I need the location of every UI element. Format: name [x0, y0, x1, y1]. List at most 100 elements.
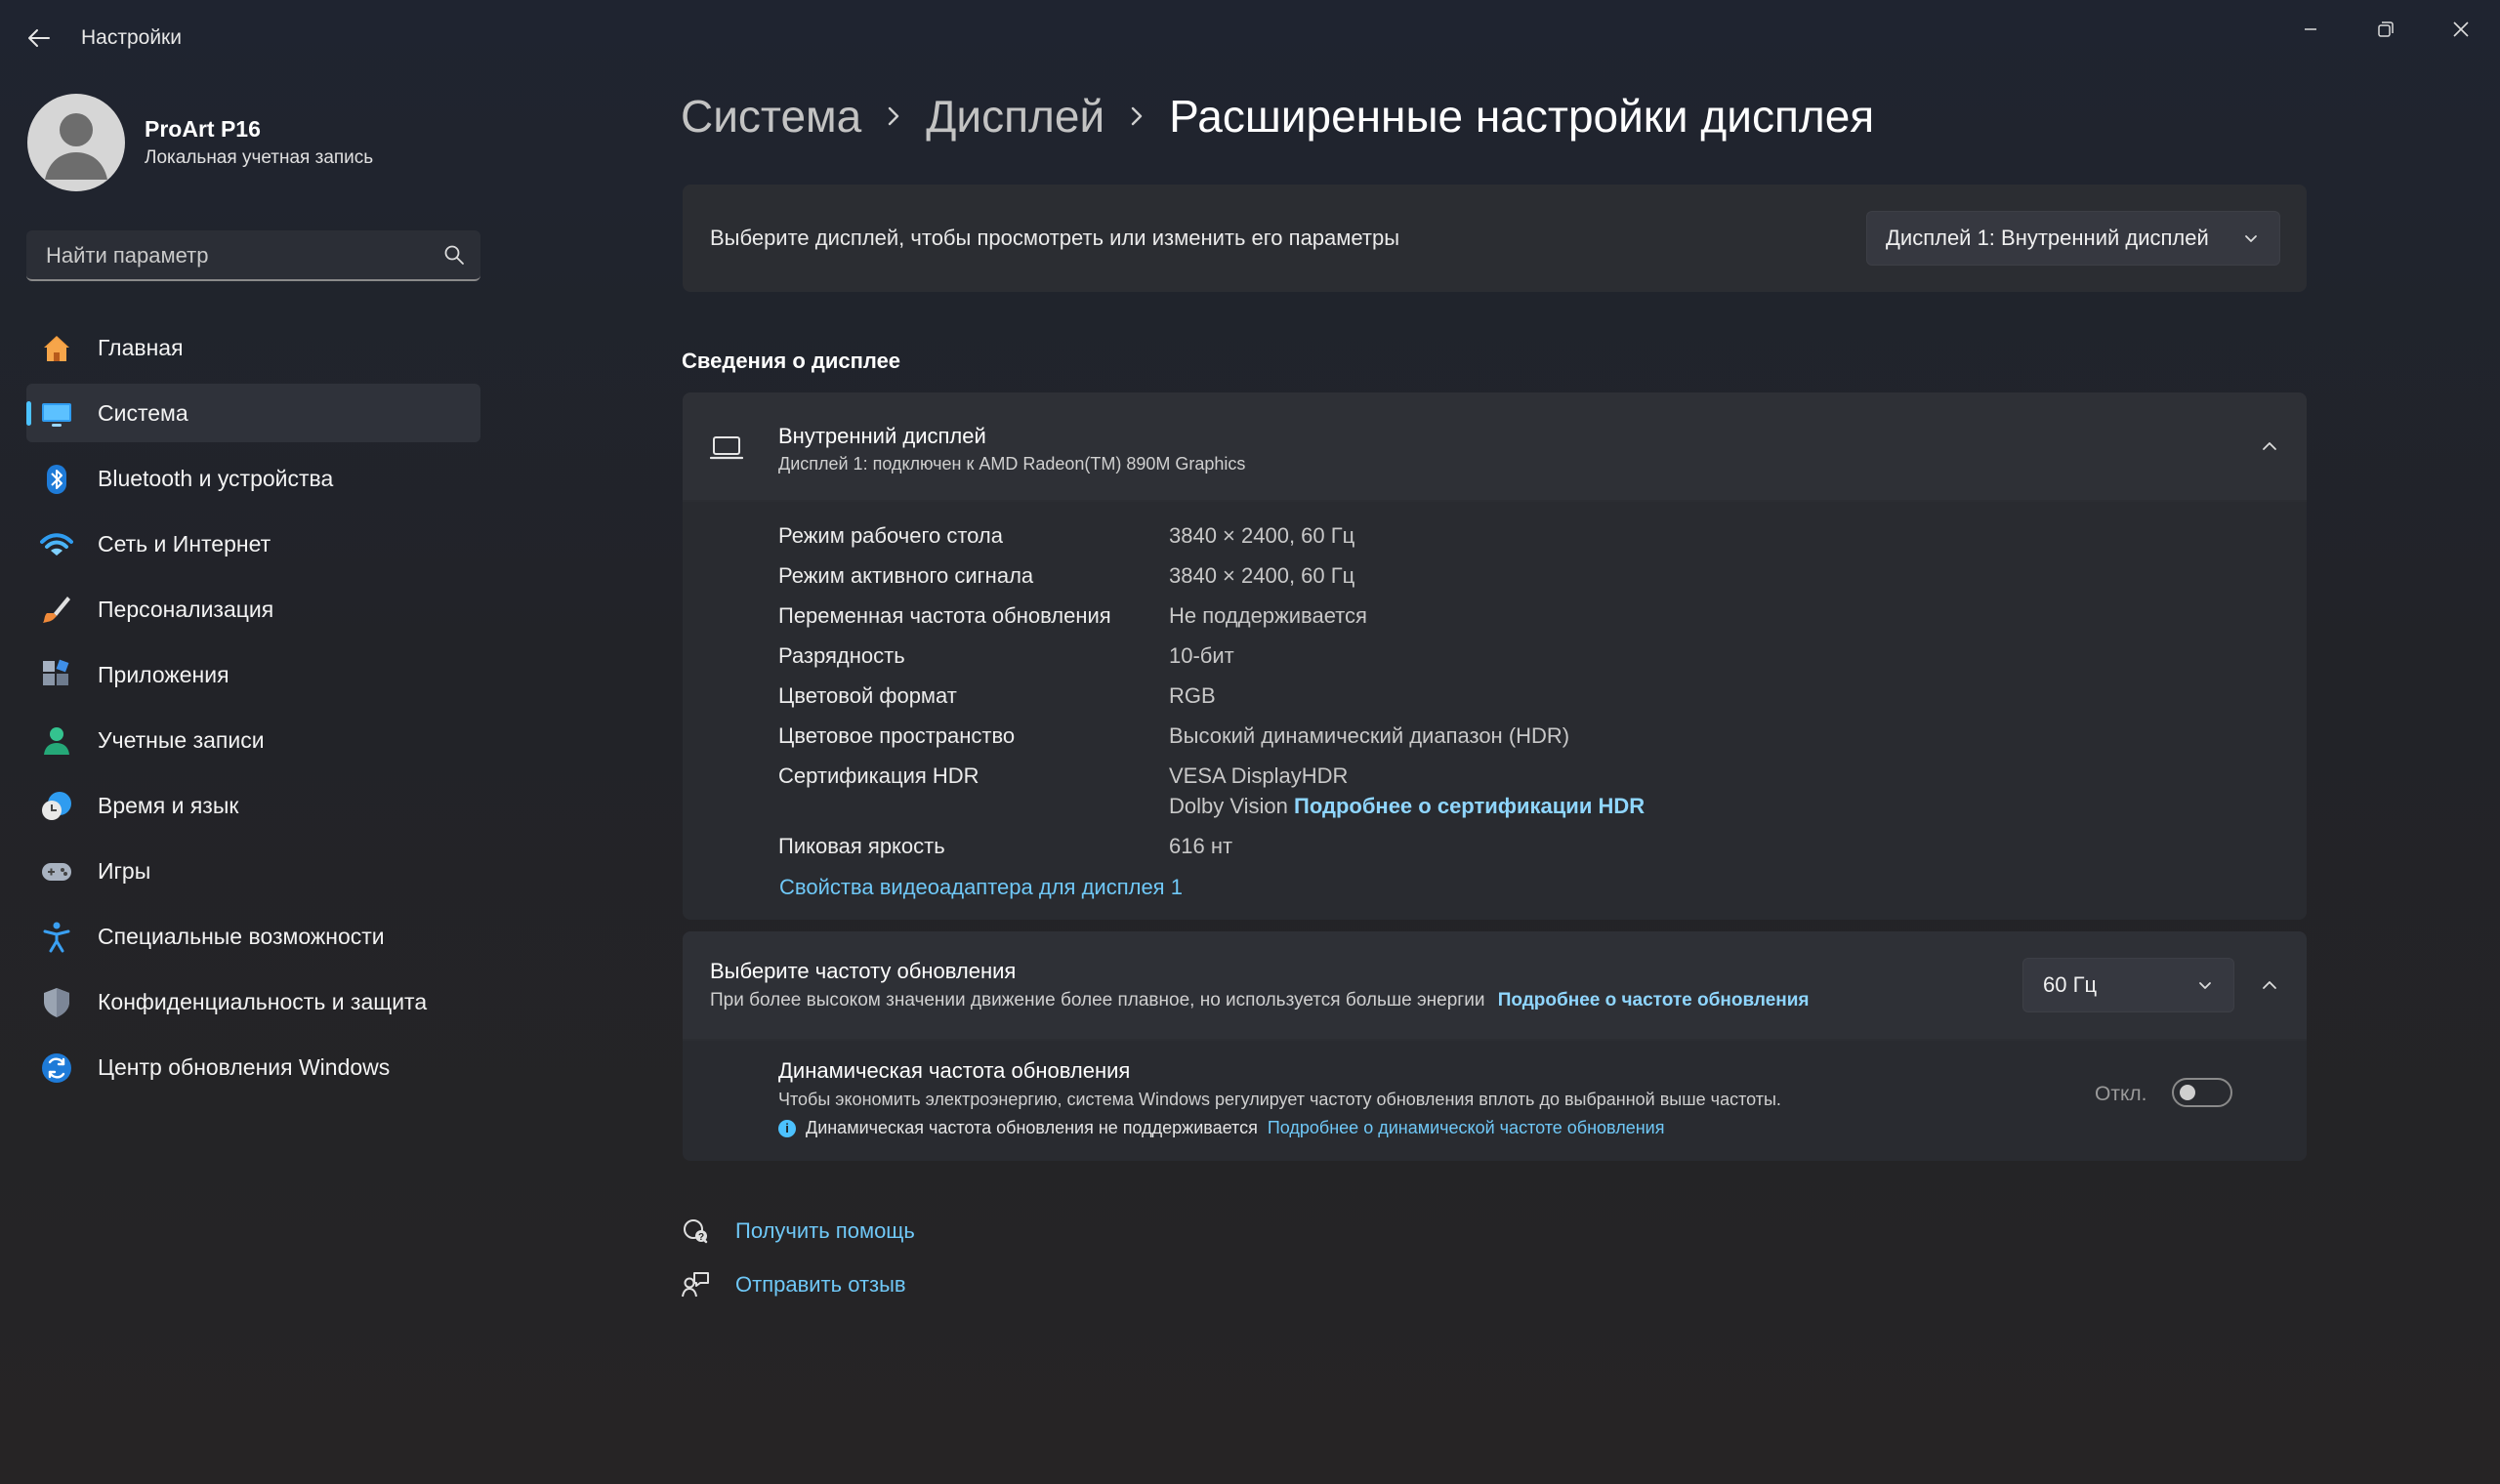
- brush-icon: [40, 594, 73, 627]
- restore-icon: [2378, 21, 2394, 37]
- search-icon[interactable]: [443, 244, 465, 266]
- display-info-header[interactable]: Внутренний дисплей Дисплей 1: подключен …: [683, 392, 2307, 500]
- get-help-label: Получить помощь: [735, 1218, 915, 1243]
- sidebar-item-label: Персонализация: [98, 596, 274, 622]
- hdr-value-2: Dolby Vision Подробнее о сертификации HD…: [1169, 794, 1645, 819]
- restore-button[interactable]: [2356, 10, 2415, 49]
- svg-text:?: ?: [698, 1232, 704, 1243]
- sidebar-item-home[interactable]: Главная: [26, 318, 480, 377]
- sidebar-item-label: Bluetooth и устройства: [98, 465, 334, 491]
- sidebar-item-label: Учетные записи: [98, 726, 265, 753]
- search-input[interactable]: [44, 230, 438, 281]
- sidebar-item-apps[interactable]: Приложения: [26, 645, 480, 704]
- display-name: Внутренний дисплей: [778, 424, 986, 448]
- chevron-right-icon: [887, 105, 900, 127]
- dynamic-refresh-title: Динамическая частота обновления: [778, 1058, 1131, 1083]
- sidebar-item-windows-update[interactable]: Центр обновления Windows: [26, 1038, 480, 1096]
- dynamic-refresh-note-text: Динамическая частота обновления не подде…: [806, 1118, 1258, 1137]
- refresh-rate-description: При более высоком значении движение боле…: [710, 990, 1810, 1011]
- info-row-label: Цветовое пространство: [778, 723, 1016, 748]
- shield-icon: [40, 986, 73, 1019]
- info-row-label: Разрядность: [778, 643, 905, 668]
- back-button[interactable]: [21, 23, 57, 53]
- apps-icon: [40, 659, 73, 692]
- breadcrumb-system[interactable]: Система: [681, 90, 861, 143]
- display-dropdown-value: Дисплей 1: Внутренний дисплей: [1886, 226, 2209, 250]
- refresh-rate-dropdown[interactable]: 60 Гц: [2022, 958, 2234, 1012]
- close-button[interactable]: [2432, 10, 2490, 49]
- hdr-dolby-vision: Dolby Vision: [1169, 794, 1288, 818]
- toggle-state-label: Откл.: [2095, 1083, 2147, 1105]
- sidebar-item-accounts[interactable]: Учетные записи: [26, 711, 480, 769]
- title-bar: Настройки: [0, 0, 2500, 78]
- sidebar-item-label: Главная: [98, 334, 184, 360]
- dynamic-refresh-description: Чтобы экономить электроэнергию, система …: [778, 1090, 1781, 1109]
- dynamic-refresh-learn-more-link[interactable]: Подробнее о динамической частоте обновле…: [1268, 1118, 1665, 1138]
- profile-name: ProArt P16: [145, 116, 261, 142]
- toggle-knob: [2180, 1085, 2195, 1100]
- sidebar-item-gaming[interactable]: Игры: [26, 842, 480, 900]
- sidebar-item-network[interactable]: Сеть и Интернет: [26, 515, 480, 573]
- breadcrumb-display[interactable]: Дисплей: [926, 90, 1104, 143]
- display-info-card: Внутренний дисплей Дисплей 1: подключен …: [683, 392, 2307, 920]
- sidebar-item-personalization[interactable]: Персонализация: [26, 580, 480, 639]
- get-help-link[interactable]: ? Получить помощь: [681, 1216, 915, 1246]
- sidebar-item-accessibility[interactable]: Специальные возможности: [26, 907, 480, 966]
- refresh-rate-header[interactable]: Выберите частоту обновления При более вы…: [683, 931, 2307, 1039]
- minimize-icon: [2305, 28, 2316, 30]
- system-icon: [40, 397, 73, 431]
- info-row-value: RGB: [1169, 683, 1216, 708]
- network-icon: [40, 528, 73, 561]
- chevron-down-icon: [2245, 235, 2257, 242]
- display-select-prompt: Выберите дисплей, чтобы просмотреть или …: [710, 226, 1400, 250]
- page-title: Расширенные настройки дисплея: [1169, 91, 1875, 142]
- account-type: Локальная учетная запись: [145, 147, 374, 168]
- adapter-properties-link[interactable]: Свойства видеоадаптера для дисплея 1: [779, 875, 1183, 900]
- sidebar-item-label: Система: [98, 399, 188, 426]
- display-dropdown[interactable]: Дисплей 1: Внутренний дисплей: [1866, 211, 2280, 266]
- app-title: Настройки: [81, 26, 182, 49]
- refresh-rate-card: Выберите частоту обновления При более вы…: [683, 931, 2307, 1161]
- sidebar-item-label: Сеть и Интернет: [98, 530, 271, 556]
- sidebar-item-label: Игры: [98, 857, 151, 884]
- gaming-icon: [40, 855, 73, 888]
- close-icon: [2453, 21, 2469, 37]
- user-avatar-icon: [45, 113, 107, 180]
- hdr-certification-link[interactable]: Подробнее о сертификации HDR: [1294, 794, 1645, 818]
- dynamic-refresh-note: i Динамическая частота обновления не под…: [778, 1118, 1664, 1138]
- display-select-card: Выберите дисплей, чтобы просмотреть или …: [683, 185, 2307, 292]
- refresh-rate-value: 60 Гц: [2043, 972, 2098, 997]
- sidebar-item-label: Центр обновления Windows: [98, 1053, 391, 1080]
- sidebar-item-time-language[interactable]: Время и язык: [26, 776, 480, 835]
- dynamic-refresh-body: Динамическая частота обновления Чтобы эк…: [683, 1041, 2307, 1161]
- search-box[interactable]: [26, 230, 480, 281]
- sidebar-item-label: Специальные возможности: [98, 923, 385, 949]
- send-feedback-link[interactable]: Отправить отзыв: [681, 1270, 906, 1299]
- hdr-value: VESA DisplayHDR: [1169, 763, 1349, 788]
- chevron-right-icon: [1130, 105, 1144, 127]
- chevron-down-icon: [2199, 982, 2211, 989]
- refresh-rate-learn-more-link[interactable]: Подробнее о частоте обновления: [1498, 990, 1810, 1010]
- dynamic-refresh-toggle[interactable]: [2172, 1078, 2232, 1107]
- help-icon: ?: [681, 1216, 710, 1246]
- back-arrow-icon: [28, 29, 50, 47]
- laptop-icon: [710, 436, 743, 460]
- home-icon: [40, 332, 73, 365]
- sidebar-item-system[interactable]: Система: [26, 384, 480, 442]
- chevron-up-icon[interactable]: [2260, 975, 2279, 995]
- sidebar-item-privacy[interactable]: Конфиденциальность и защита: [26, 972, 480, 1031]
- info-row-value: Высокий динамический диапазон (HDR): [1169, 723, 1570, 748]
- display-connection: Дисплей 1: подключен к AMD Radeon(TM) 89…: [778, 454, 1246, 474]
- minimize-button[interactable]: [2281, 10, 2340, 49]
- info-row-value: 3840 × 2400, 60 Гц: [1169, 523, 1355, 548]
- time-language-icon: [40, 790, 73, 823]
- info-row-value: 3840 × 2400, 60 Гц: [1169, 563, 1355, 588]
- sidebar-item-bluetooth[interactable]: Bluetooth и устройства: [26, 449, 480, 508]
- avatar[interactable]: [27, 94, 125, 191]
- accounts-icon: [40, 724, 73, 758]
- info-row-label: Режим активного сигнала: [778, 563, 1034, 588]
- info-row-value: Не поддерживается: [1169, 603, 1367, 628]
- send-feedback-label: Отправить отзыв: [735, 1272, 906, 1297]
- info-row-value: 10-бит: [1169, 643, 1234, 668]
- chevron-up-icon[interactable]: [2260, 436, 2279, 456]
